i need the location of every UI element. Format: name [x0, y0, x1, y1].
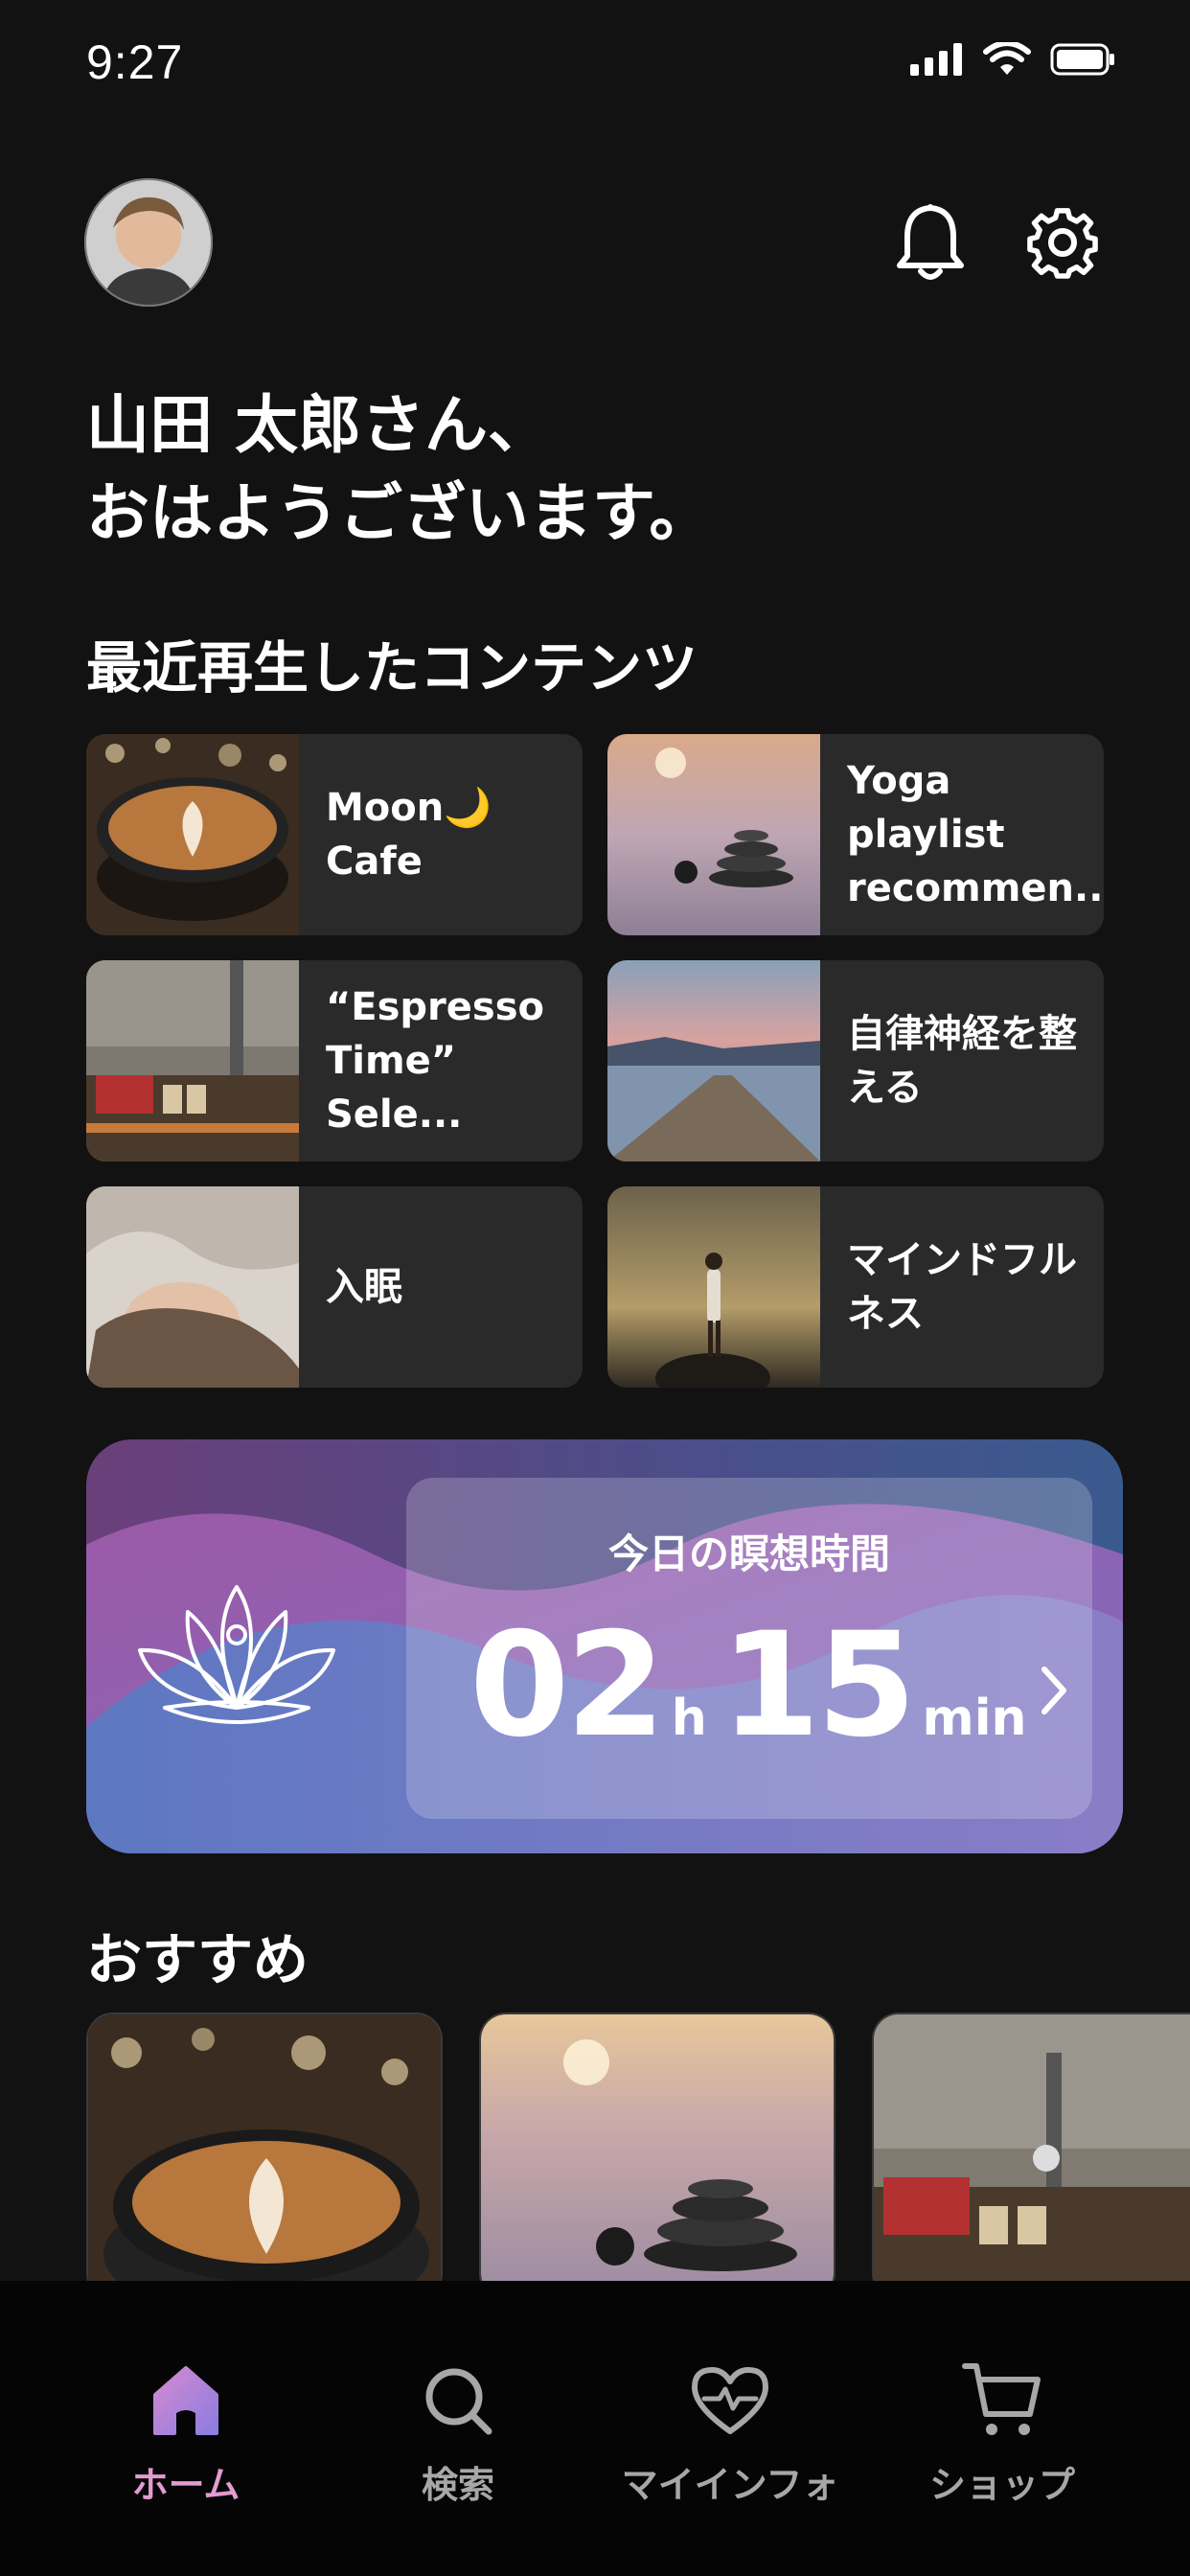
- latte-art-image: [88, 2014, 441, 2298]
- recent-item-label: Moon🌙Cafe: [326, 786, 492, 884]
- nav-myinfo[interactable]: マイインフォ: [606, 2358, 855, 2508]
- user-avatar[interactable]: [84, 178, 213, 307]
- wifi-icon: [983, 42, 1031, 75]
- meditation-title: 今日の瞑想時間: [607, 1530, 890, 1577]
- bell-icon: [897, 204, 964, 280]
- recent-item[interactable]: マインドフルネス: [607, 1186, 1104, 1388]
- recent-section-title: 最近再生したコンテンツ: [86, 635, 698, 701]
- recent-item[interactable]: Yoga playlist recommen...: [607, 734, 1104, 935]
- minutes-unit: min: [922, 1690, 1027, 1747]
- heart-pulse-icon: [692, 2367, 768, 2434]
- stacked-stones-image: [481, 2014, 834, 2298]
- recent-item[interactable]: 自律神経を整える: [607, 960, 1104, 1162]
- nav-search-label: 検索: [421, 2464, 494, 2506]
- lotus-icon: [138, 1585, 335, 1724]
- cart-icon: [962, 2363, 1041, 2435]
- chevron-right-icon[interactable]: [1035, 1660, 1073, 1721]
- greeting-message: おはようございます。: [86, 476, 713, 550]
- bottom-navigation: ホーム 検索 マイインフォ ショップ: [0, 2281, 1190, 2576]
- latte-art-thumbnail: [86, 734, 299, 935]
- recommended-card[interactable]: [86, 2012, 443, 2300]
- battery-icon: [1050, 43, 1114, 76]
- greeting-name: 山田 太郎さん、: [86, 388, 551, 462]
- signal-icon: [910, 43, 962, 76]
- nav-home[interactable]: ホーム: [61, 2358, 310, 2508]
- meditation-time-card[interactable]: 今日の瞑想時間 02 h 15 min: [86, 1439, 1123, 1853]
- recommended-card[interactable]: [479, 2012, 835, 2300]
- pier-lake-thumbnail: [607, 960, 820, 1162]
- recommended-card[interactable]: [872, 2012, 1190, 2300]
- nav-search[interactable]: 検索: [333, 2358, 583, 2508]
- lotus-icon-wrap: [126, 1574, 347, 1731]
- woman-on-rock-thumbnail: [607, 1186, 820, 1388]
- recent-item-label: マインドフルネス: [847, 1238, 1077, 1336]
- nav-myinfo-label: マイインフォ: [621, 2464, 839, 2506]
- notification-button[interactable]: [887, 199, 973, 286]
- recent-item-label: “Espresso Time” Sele...: [326, 985, 545, 1137]
- meditation-timer: 02 h 15 min: [469, 1602, 1041, 1769]
- home-icon: [153, 2366, 218, 2435]
- gear-icon: [1027, 208, 1098, 279]
- status-bar: 9:27: [0, 0, 1190, 125]
- status-icons: [910, 42, 1115, 77]
- nav-home-label: ホーム: [131, 2464, 240, 2506]
- avatar-image: [84, 178, 213, 307]
- recent-item[interactable]: Moon🌙Cafe: [86, 734, 583, 935]
- recent-item[interactable]: “Espresso Time” Sele...: [86, 960, 583, 1162]
- recent-item-label: Yoga playlist recommen...: [847, 759, 1104, 910]
- hours-unit: h: [671, 1690, 707, 1747]
- search-icon: [425, 2368, 492, 2435]
- nav-shop-label: ショップ: [928, 2464, 1075, 2506]
- stacked-stones-thumbnail: [607, 734, 820, 935]
- meditation-minutes: 15: [720, 1602, 917, 1769]
- status-time: 9:27: [86, 35, 184, 89]
- recent-item-label: 自律神経を整える: [847, 1012, 1077, 1110]
- cafe-interior-thumbnail: [86, 960, 299, 1162]
- nav-shop[interactable]: ショップ: [878, 2358, 1127, 2508]
- recent-item-label: 入眠: [326, 1265, 402, 1309]
- settings-button[interactable]: [1019, 199, 1106, 286]
- meditation-time-panel: 今日の瞑想時間 02 h 15 min: [406, 1478, 1092, 1819]
- cafe-interior-image: [874, 2014, 1190, 2298]
- greeting: 山田 太郎さん、 おはようございます。: [86, 381, 712, 558]
- meditation-hours: 02: [469, 1602, 666, 1769]
- sleeping-woman-thumbnail: [86, 1186, 299, 1388]
- recent-item[interactable]: 入眠: [86, 1186, 583, 1388]
- recommended-section-title: おすすめ: [86, 1927, 309, 1992]
